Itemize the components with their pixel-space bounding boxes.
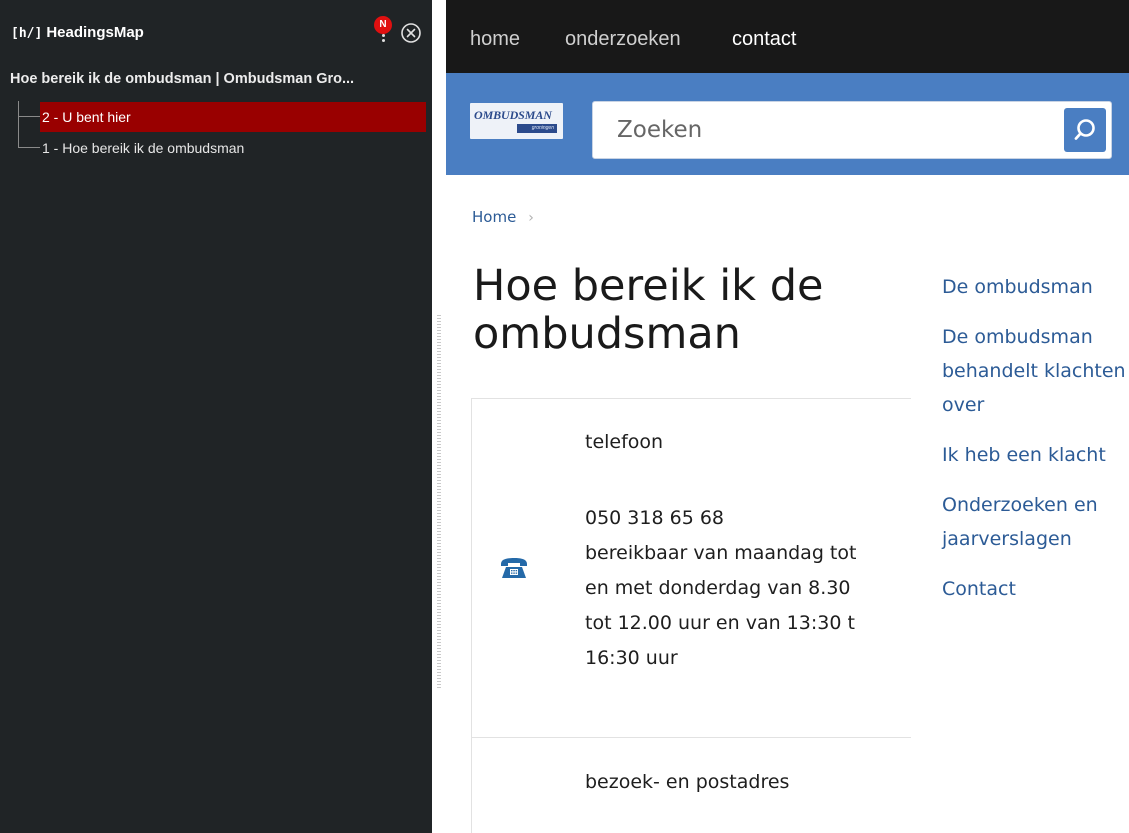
tree-connector [18, 116, 40, 117]
opening-hours-line: 16:30 uur [585, 647, 678, 669]
breadcrumb-home[interactable]: Home [472, 208, 516, 226]
sidenav-link-ik-heb-een-klacht[interactable]: Ik heb een klacht [942, 438, 1129, 472]
top-navigation: home onderzoeken contact [446, 0, 1129, 73]
notification-icon[interactable]: N [373, 16, 395, 42]
search-input[interactable] [601, 108, 1041, 152]
ombudsman-logo[interactable]: OMBUDSMAN groningen [470, 103, 563, 139]
sidenav-link-contact[interactable]: Contact [942, 572, 1129, 606]
headingsmap-header: [h/] HeadingsMap N [0, 8, 432, 62]
breadcrumb-separator: › [528, 210, 534, 226]
headingsmap-panel: [h/] HeadingsMap N Hoe bereik ik de ombud… [0, 0, 432, 833]
panel-resize-handle[interactable] [432, 0, 446, 833]
sidenav-link-de-ombudsman[interactable]: De ombudsman [942, 270, 1129, 304]
tree-connector [18, 101, 19, 147]
card-divider [472, 737, 911, 738]
nav-link-onderzoeken[interactable]: onderzoeken [565, 28, 681, 51]
more-dots-icon [382, 34, 385, 43]
page-title: Hoe bereik ik de ombudsman [473, 262, 893, 358]
document-title: Hoe bereik ik de ombudsman | Ombudsman G… [10, 71, 355, 87]
logo-text: OMBUDSMAN [474, 108, 552, 122]
headingsmap-logo: [h/] HeadingsMap [11, 24, 144, 41]
page-title-line: Hoe bereik ik de [473, 261, 824, 311]
headingsmap-title: HeadingsMap [46, 24, 144, 41]
logo-subtext: groningen [517, 124, 557, 133]
opening-hours-line: tot 12.00 uur en van 13:30 t [585, 612, 855, 634]
opening-hours-line: en met donderdag van 8.30 [585, 577, 851, 599]
phone-label: telefoon [585, 431, 664, 453]
telephone-icon [501, 558, 527, 578]
search-button[interactable] [1064, 108, 1106, 152]
nav-link-contact[interactable]: contact [732, 28, 796, 51]
sidenav-link-behandelt-klachten[interactable]: De ombudsman behandelt klachten over [942, 320, 1129, 422]
search-box [592, 101, 1112, 159]
opening-hours-line: bereikbaar van maandag tot [585, 542, 857, 564]
tree-connector [18, 147, 40, 148]
sidenav-link-onderzoeken[interactable]: Onderzoeken en jaarverslagen [942, 488, 1129, 556]
breadcrumb: Home › [472, 208, 534, 226]
headingsmap-logo-icon: [h/] [11, 26, 43, 41]
page-title-line: ombudsman [473, 309, 741, 359]
heading-item-hoe-bereik[interactable]: 1 - Hoe bereik ik de ombudsman [40, 133, 244, 163]
headings-tree: 2 - U bent hier 1 - Hoe bereik ik de omb… [12, 99, 432, 169]
close-icon[interactable] [400, 22, 422, 44]
phone-number: 050 318 65 68 [585, 507, 725, 529]
nav-link-home[interactable]: home [470, 28, 520, 51]
brand-bar: OMBUDSMAN groningen [446, 73, 1129, 175]
address-label: bezoek- en postadres [585, 771, 790, 793]
side-navigation: De ombudsman De ombudsman behandelt klac… [942, 270, 1129, 622]
heading-item-u-bent-hier[interactable]: 2 - U bent hier [40, 102, 426, 132]
phone-details: 050 318 65 68 bereikbaar van maandag tot… [585, 501, 911, 676]
resize-grip [437, 315, 441, 690]
search-icon [1074, 119, 1095, 140]
contact-card: telefoon 050 318 65 68 bereikbaar van ma… [471, 398, 911, 833]
notification-badge: N [374, 16, 392, 34]
website: home onderzoeken contact OMBUDSMAN groni… [446, 0, 1129, 833]
